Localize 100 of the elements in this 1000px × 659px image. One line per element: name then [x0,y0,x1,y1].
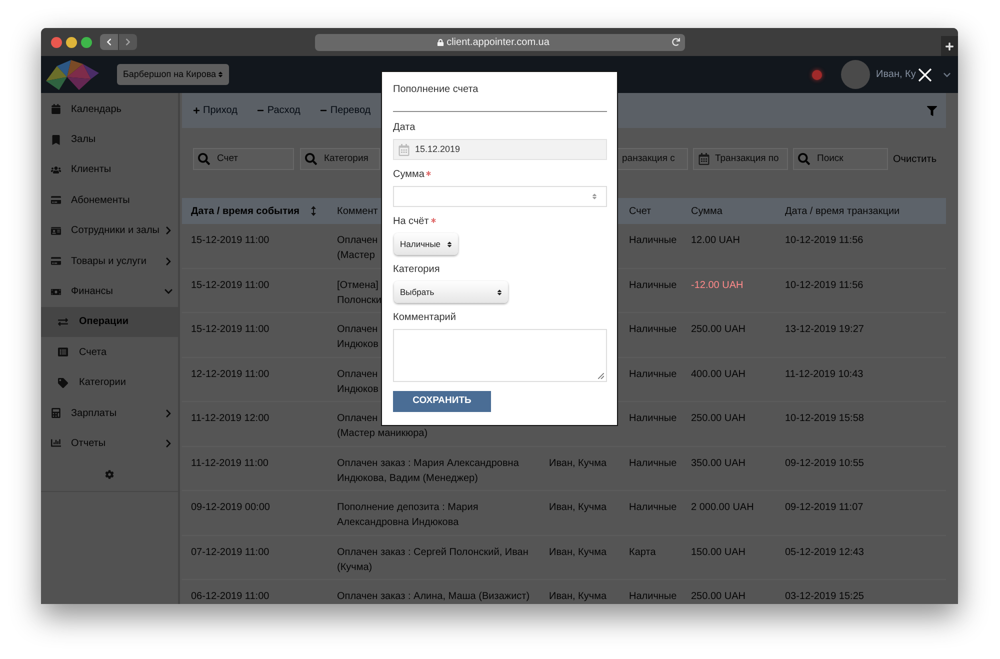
amount: 2 000.00 UAH [691,502,754,513]
sidebar-item[interactable]: Сотрудники и залы [41,216,178,246]
sort-icon[interactable] [311,206,316,216]
modal-title: Пополнение счета [393,83,480,97]
comment-text: Оплачен заказ : Сергей Полонский, Иван (Кучма) [337,546,528,574]
sidebar-item[interactable]: Календарь [41,94,178,124]
spinner-icon[interactable] [591,193,598,200]
amount: 250.00 UAH [691,413,746,424]
column-header[interactable]: Дата / время транзакции [785,204,900,218]
close-icon[interactable] [918,68,932,82]
event-time: 12-12-2019 11:00 [191,368,270,380]
banknote-icon [51,286,61,297]
card-icon [51,256,61,266]
filter-field[interactable]: ранзакция с [617,148,688,170]
forward-button[interactable] [119,34,137,50]
sidebar-item[interactable]: Финансы [41,276,178,307]
arrows-icon [58,316,68,327]
back-button[interactable] [100,34,118,50]
clear-button[interactable]: Очистить [893,152,937,166]
transaction-time: 10-12-2019 11:56 [785,280,864,290]
event-time: 09-12-2019 00:00 [191,502,270,513]
date-filter-field[interactable]: Транзакция по [693,148,788,170]
sidebar-item[interactable]: Отчеты [41,428,178,459]
sidebar-item[interactable]: Товары и услуги [41,246,178,276]
comment-text: Оплачен (Мастер маникюра) [337,412,428,441]
filter-icon[interactable] [927,106,937,116]
calendar-icon [51,104,61,114]
toolbar-button[interactable]: Расход [257,103,300,118]
number-field[interactable] [393,186,607,207]
sidebar-item[interactable]: Зарплаты [41,398,178,428]
toolbar-button[interactable]: Перевод [320,103,371,118]
sidebar-item[interactable]: Абонементы [41,185,178,216]
logo-icon [45,58,100,90]
search-field[interactable]: Счет [193,148,294,170]
sidebar-item[interactable]: Клиенты [41,154,178,186]
new-tab-button[interactable] [941,36,958,56]
transaction-time: 03-12-2019 15:25 [785,591,864,602]
column-header[interactable]: Дата / время события [191,204,300,218]
minus-icon [320,107,328,114]
sidebar-subitem[interactable]: Счета [41,337,178,368]
plus-icon [945,42,954,50]
amount: 150.00 UAH [691,546,746,558]
plus-icon [193,107,200,114]
event-time: 15-12-2019 11:00 [191,324,270,335]
transaction-time: 05-12-2019 12:43 [785,546,864,558]
event-time: 15-12-2019 11:00 [191,280,270,290]
account-name: Карта [629,546,656,558]
event-time: 06-12-2019 11:00 [191,591,270,602]
column-header[interactable]: Счет [629,204,652,218]
account-name: Наличные [629,368,677,380]
toolbar-button[interactable]: Приход [193,103,238,118]
employee-name: Иван, Кучма [549,458,606,468]
dropdown[interactable]: Наличные [394,233,458,255]
field-label: Дата [393,121,416,135]
textarea-field[interactable] [393,329,607,382]
transaction-time: 09-12-2019 11:07 [785,502,864,513]
search-field[interactable]: Категория [300,148,380,170]
sidebar-subitem[interactable]: Категории [41,368,178,398]
updown-icon [446,240,453,248]
save-button[interactable]: СОХРАНИТЬ [393,391,491,412]
amount: 350.00 UAH [691,458,746,468]
field-label: Сумма [393,168,424,182]
column-header[interactable]: Коммент [337,204,378,218]
transaction-time: 10-12-2019 11:56 [785,235,864,246]
comment-text: Оплачен Индюков [337,368,378,396]
amount: 400.00 UAH [691,368,746,380]
search-icon [798,153,810,165]
dropdown[interactable]: Выбрать [394,281,508,303]
settings-icon[interactable] [105,470,114,480]
users-icon [51,164,61,175]
resize-grip-icon[interactable] [598,373,604,379]
event-time: 07-12-2019 11:00 [191,546,270,558]
bar-chart-icon [51,438,61,448]
lock-icon [436,38,444,46]
chevron-down-icon[interactable] [943,70,951,78]
search-icon [305,153,317,165]
id-card-icon [51,226,61,236]
user-name[interactable]: Иван, Ку [876,67,916,82]
address-bar[interactable]: client.appointer.com.ua [314,34,684,50]
employee-name: Иван, Кучма [549,591,606,602]
updown-icon [496,288,503,296]
date-field[interactable]: 15.12.2019 [393,139,607,160]
bookmark-icon [51,134,61,145]
comment-text: Оплачен заказ : Мария Александровна Индюкова, Вадим (Менеджер) [337,456,519,486]
minimize-window-icon[interactable] [66,36,77,48]
branch-select[interactable]: Барбершоп на Кирова [117,64,229,85]
event-time: 11-12-2019 11:00 [191,458,268,468]
updown-icon [217,71,224,78]
transaction-time: 09-12-2019 10:55 [785,458,864,468]
sidebar-item[interactable]: Залы [41,124,178,155]
reload-icon[interactable] [672,38,680,46]
field-label: Комментарий [393,311,456,325]
comment-text: Оплачен заказ : Алина, Маша (Визажист) [337,590,530,604]
column-header[interactable]: Сумма [691,204,722,218]
sidebar-subitem[interactable]: Операции [41,306,178,338]
close-window-icon[interactable] [51,36,62,48]
account-name: Наличные [629,280,677,290]
employee-name: Иван, Кучма [549,546,606,558]
zoom-window-icon[interactable] [81,36,92,48]
search-field[interactable]: Поиск [793,148,888,170]
